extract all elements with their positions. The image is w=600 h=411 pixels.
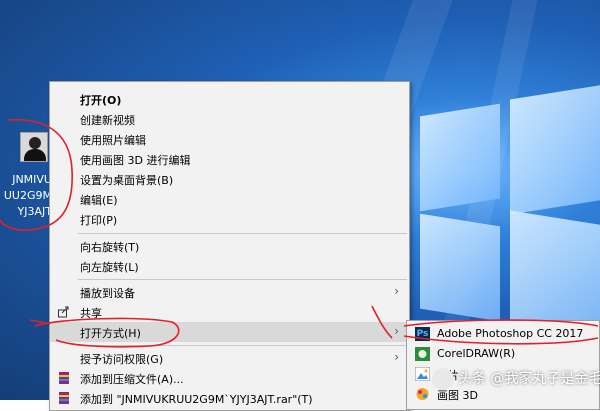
- menu-separator: [78, 233, 407, 234]
- menu-item-share[interactable]: 共享: [50, 302, 409, 322]
- menu-item-edit-with-paint3d[interactable]: 使用画图 3D 进行编辑: [50, 149, 409, 169]
- menu-separator: [78, 279, 407, 280]
- menu-item-open-with[interactable]: 打开方式(H) ›: [50, 322, 409, 342]
- submenu-item-coreldraw[interactable]: CorelDRAW(R): [407, 344, 599, 364]
- desktop-file-icon[interactable]: JNMIVU UU2G9M YJ3AJT: [0, 122, 52, 226]
- context-menu: 打开(O) 创建新视频 使用照片编辑 使用画图 3D 进行编辑 设置为桌面背景(…: [49, 81, 410, 411]
- menu-item-rotate-left[interactable]: 向左旋转(L): [50, 256, 409, 276]
- winrar-icon: [59, 372, 69, 384]
- share-icon: [58, 306, 69, 318]
- menu-item-rotate-right[interactable]: 向右旋转(T): [50, 236, 409, 256]
- menu-item-create-video[interactable]: 创建新视频: [50, 109, 409, 129]
- menu-item-edit[interactable]: 编辑(E): [50, 189, 409, 209]
- menu-item-open[interactable]: 打开(O): [50, 89, 409, 109]
- menu-item-give-access[interactable]: 授予访问权限(G) ›: [50, 348, 409, 368]
- file-label: JNMIVU UU2G9M YJ3AJT: [3, 173, 52, 218]
- menu-separator: [78, 345, 407, 346]
- open-with-submenu: Ps Adobe Photoshop CC 2017 CorelDRAW(R) …: [406, 320, 600, 410]
- menu-item-edit-with-photos[interactable]: 使用照片编辑: [50, 129, 409, 149]
- menu-item-cast-to-device[interactable]: 播放到设备 ›: [50, 282, 409, 302]
- menu-item-add-to-archive[interactable]: 添加到压缩文件(A)...: [50, 368, 409, 388]
- menu-item-add-to-rar[interactable]: 添加到 "JNMIVUKRUU2G9M`YJYJ3AJT.rar"(T): [50, 388, 409, 408]
- menu-item-set-as-background[interactable]: 设置为桌面背景(B): [50, 169, 409, 189]
- paint3d-icon: [416, 388, 429, 400]
- photoshop-icon: Ps: [415, 327, 430, 341]
- image-thumbnail-icon: [20, 132, 48, 162]
- watermark: 头条 @我家丸子是金毛: [432, 368, 600, 394]
- watermark-logo-icon: [432, 368, 454, 390]
- chevron-right-icon: ›: [394, 324, 399, 338]
- chevron-right-icon: ›: [394, 284, 399, 298]
- photos-icon: [415, 367, 430, 381]
- coreldraw-icon: [415, 347, 430, 361]
- submenu-item-photoshop[interactable]: Ps Adobe Photoshop CC 2017: [407, 324, 599, 344]
- winrar-icon: [59, 392, 69, 404]
- menu-item-print[interactable]: 打印(P): [50, 209, 409, 229]
- chevron-right-icon: ›: [394, 350, 399, 364]
